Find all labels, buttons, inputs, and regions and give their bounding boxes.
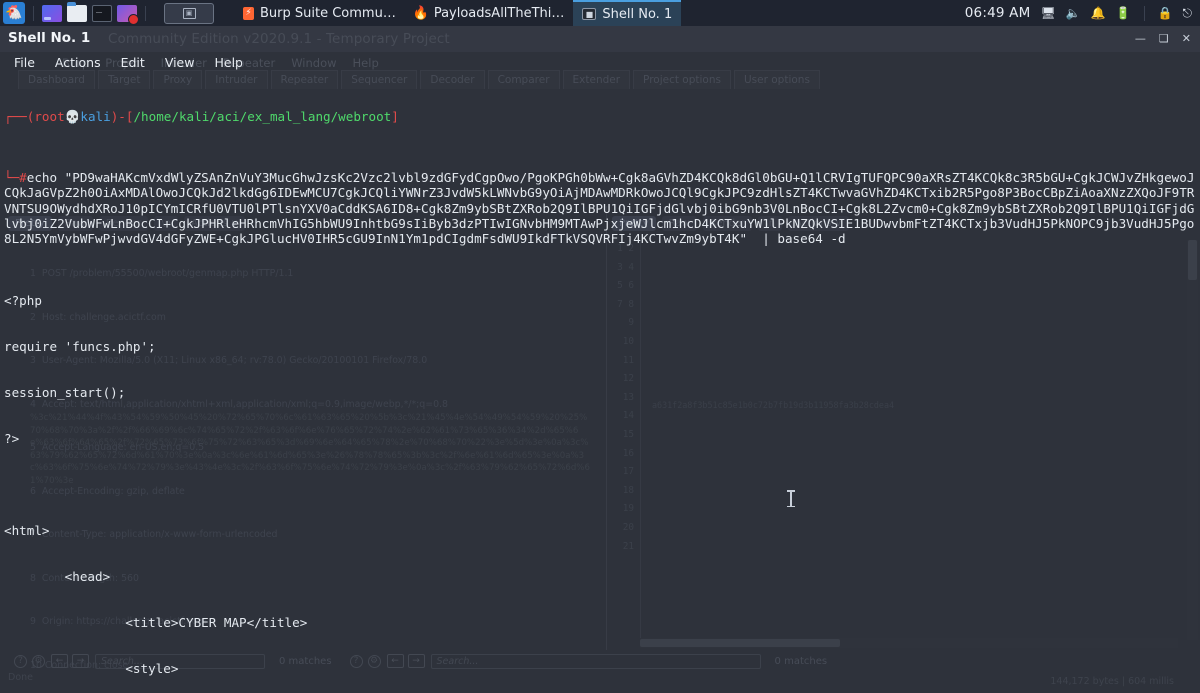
burp-resp-btn-pretty[interactable]: Pretty: [612, 216, 656, 231]
web-browser-icon[interactable]: [42, 4, 62, 22]
gear-icon[interactable]: ⚙: [32, 654, 45, 668]
burp-tab-comparer[interactable]: Comparer: [487, 70, 560, 89]
burp-response-vertical-scrollbar[interactable]: [1187, 240, 1198, 640]
task-label: Shell No. 1: [602, 6, 673, 22]
burp-tab-dashboard[interactable]: Dashboard: [18, 70, 95, 89]
burp-tab-sequencer[interactable]: Sequencer: [341, 70, 418, 89]
burp-request-line: 8 Content-Length: 560: [30, 572, 139, 584]
lock-icon[interactable]: 🔒: [1158, 6, 1173, 20]
screen-root: Community Edition v2020.9.1 - Temporary …: [0, 0, 1200, 693]
burp-resp-btn-render[interactable]: Render: [702, 216, 753, 231]
burp-resp-btn-newline[interactable]: \n: [758, 216, 783, 231]
burp-request-line: 1 POST /problem/55500/webroot/genmap.php…: [30, 268, 294, 279]
find-next-icon-right[interactable]: →: [407, 654, 425, 668]
request-search-input[interactable]: Search...: [95, 653, 265, 669]
kali-dragon-icon[interactable]: 🐔: [3, 2, 25, 24]
display-icon[interactable]: 🖥: [1040, 6, 1055, 20]
burp-request-viewer-toolbar: Pretty Raw Render \n Actions ∨: [8, 216, 246, 231]
burp-btn-pretty[interactable]: Pretty: [8, 216, 52, 231]
burp-tab-proxy[interactable]: Proxy: [153, 70, 203, 89]
burp-status-right: 144,172 bytes | 604 millis: [1050, 676, 1174, 687]
system-panel: 🐔 ▣ ⚡ Burp Suite Commu… 🔥 PayloadsAllThe…: [0, 0, 1200, 26]
file-manager-icon[interactable]: [67, 1, 87, 22]
burp-tab-user-options[interactable]: User options: [733, 70, 820, 89]
screen-recorder-icon[interactable]: [117, 4, 139, 25]
find-next-icon[interactable]: →: [72, 654, 89, 668]
panel-divider: [33, 5, 34, 21]
burp-tab-intruder[interactable]: Intruder: [205, 70, 268, 89]
task-label: PayloadsAllTheThi…: [433, 5, 565, 21]
power-icon[interactable]: ⎋: [1183, 6, 1193, 21]
burp-request-line: 7 Content-Type: application/x-www-form-u…: [30, 529, 278, 540]
burp-menu-repeater[interactable]: Repeater: [223, 56, 275, 70]
burp-btn-actions[interactable]: Actions ∨: [184, 216, 246, 231]
task-firefox-payloads[interactable]: 🔥 PayloadsAllTheThi…: [405, 0, 574, 26]
burp-tab-project-options[interactable]: Project options: [633, 70, 731, 89]
burp-btn-raw[interactable]: Raw: [57, 216, 93, 231]
burp-tabbar: Dashboard Target Proxy Intruder Repeater…: [18, 70, 1178, 89]
burp-request-line: 2 Host: challenge.acictf.com: [30, 311, 166, 323]
burp-tab-decoder[interactable]: Decoder: [420, 70, 485, 89]
burp-urlencoded-payload: %3c%21%44%4f%43%54%59%50%45%20%72%65%70%…: [30, 413, 590, 486]
burp-resp-btn-raw[interactable]: Raw: [661, 216, 697, 231]
burp-request-line: 9 Origin: https://challenge.acictf.com: [30, 616, 207, 627]
task-burp-suite[interactable]: ⚡ Burp Suite Commu…: [234, 0, 405, 26]
burp-request-line: 3 User-Agent: Mozilla/5.0 (X11; Linux x8…: [30, 355, 428, 366]
volume-icon[interactable]: 🔈: [1066, 6, 1081, 20]
burp-menu-burp[interactable]: Burp: [62, 56, 89, 70]
firefox-icon: 🔥: [412, 5, 429, 21]
burp-menu-project[interactable]: Project: [105, 56, 144, 70]
response-search-input[interactable]: Search...: [430, 653, 761, 669]
burp-suite-window: Community Edition v2020.9.1 - Temporary …: [0, 0, 1200, 693]
burp-request-line: 4 Accept: text/html,application/xhtml+xm…: [30, 398, 449, 410]
battery-icon[interactable]: 🔋: [1116, 6, 1131, 20]
find-prev-icon[interactable]: ←: [51, 654, 68, 668]
burp-response-content[interactable]: [640, 240, 1180, 640]
help-icon[interactable]: ?: [14, 654, 27, 668]
burp-resp-btn-actions[interactable]: Actions ∨: [788, 216, 850, 231]
terminal-icon: ■: [582, 8, 597, 20]
burp-tab-repeater[interactable]: Repeater: [270, 70, 339, 89]
burp-btn-render[interactable]: Render: [98, 216, 149, 231]
request-match-count: 0 matches: [279, 655, 332, 667]
workspace-icon: ▣: [182, 7, 196, 19]
burp-response-line-numbers: 1 2 3 4 5 6 7 8 9 10 11 12 13 14 15 16 1…: [617, 243, 634, 552]
panel-divider-2: [145, 5, 146, 21]
tray-divider: [1143, 5, 1145, 21]
burp-tab-extender[interactable]: Extender: [562, 70, 631, 89]
workspace-switcher[interactable]: ▣: [164, 2, 214, 24]
burp-btn-newline[interactable]: \n: [154, 216, 179, 231]
burp-icon: ⚡: [243, 6, 254, 20]
find-prev-icon-right[interactable]: ←: [386, 654, 404, 668]
window-tasklist: ⚡ Burp Suite Commu… 🔥 PayloadsAllTheThi……: [234, 0, 965, 26]
burp-find-bars: ? ⚙ ← → Search... 0 matches ? ⚙ ← → Sear…: [0, 650, 1200, 672]
burp-response-horizontal-scrollbar[interactable]: [640, 638, 1178, 648]
burp-window-title: Community Edition v2020.9.1 - Temporary …: [108, 31, 450, 47]
burp-titlebar: Community Edition v2020.9.1 - Temporary …: [0, 26, 1200, 52]
burp-menu-help[interactable]: Help: [353, 56, 379, 70]
panel-tray-area: 06:49 AM 🖥 🔈 🔔 🔋 🔒 ⎋: [965, 5, 1200, 21]
burp-menu-window[interactable]: Window: [291, 56, 336, 70]
text-cursor: [787, 490, 795, 507]
burp-response-viewer-toolbar: Pretty Raw Render \n Actions ∨: [612, 216, 850, 231]
burp-response-text: a631f2a8f3b51c85e1b0c72b7fb19d3b11958fa3…: [652, 400, 895, 410]
burp-menu-intruder[interactable]: Intruder: [161, 56, 207, 70]
panel-launchers: 🐔 ▣: [0, 1, 214, 25]
terminal-launcher-icon[interactable]: [92, 2, 112, 22]
notification-bell-icon[interactable]: 🔔: [1091, 6, 1106, 20]
gear-icon-right[interactable]: ⚙: [367, 654, 381, 668]
burp-tab-target[interactable]: Target: [97, 70, 151, 89]
task-label: Burp Suite Commu…: [260, 5, 396, 21]
help-icon-right[interactable]: ?: [349, 654, 363, 668]
clock[interactable]: 06:49 AM: [965, 5, 1031, 21]
response-match-count: 0 matches: [774, 655, 828, 667]
task-shell-no-1[interactable]: ■ Shell No. 1: [573, 0, 682, 26]
